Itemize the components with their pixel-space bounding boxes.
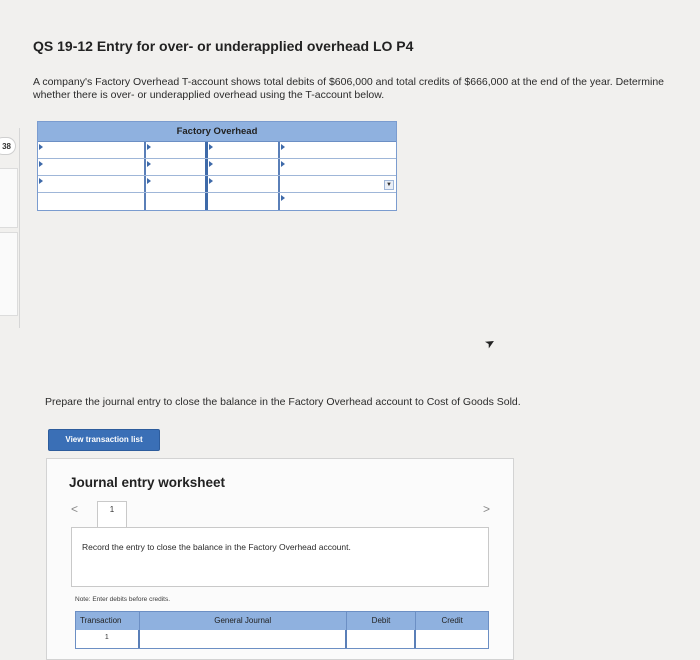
t-account-balance-select[interactable]: ▼ — [280, 176, 396, 192]
question-prompt: A company's Factory Overhead T-account s… — [33, 76, 665, 101]
t-account-total-row: ▼ — [38, 176, 396, 193]
column-header-debit: Debit — [347, 612, 417, 630]
journal-entry-prompt: Prepare the journal entry to close the b… — [45, 396, 521, 408]
t-account-row — [38, 159, 396, 176]
column-header-general-journal: General Journal — [140, 612, 347, 630]
t-account-title: Factory Overhead — [38, 122, 396, 142]
chevron-right-icon[interactable]: > — [483, 502, 490, 516]
t-account-credit-amount-cell[interactable] — [208, 159, 280, 175]
t-account-credit-amount-cell[interactable] — [208, 176, 280, 192]
transaction-number: 1 — [76, 630, 140, 648]
t-account-row — [38, 193, 396, 210]
journal-table-header: Transaction General Journal Debit Credit — [76, 612, 488, 630]
rail-tab[interactable] — [0, 232, 18, 316]
t-account-debit-amount-cell[interactable] — [146, 193, 208, 210]
general-journal-select[interactable] — [140, 630, 347, 648]
credit-input[interactable] — [416, 630, 488, 648]
t-account-debit-amount-cell[interactable] — [146, 176, 208, 192]
t-account-credit-amount-cell[interactable] — [208, 193, 280, 210]
worksheet-note: Note: Enter debits before credits. — [75, 596, 171, 603]
worksheet-instruction: Record the entry to close the balance in… — [82, 542, 351, 552]
t-account-debit-label-cell[interactable] — [38, 142, 146, 158]
view-transaction-list-button[interactable]: View transaction list — [48, 429, 160, 451]
t-account-debit-label-cell[interactable] — [38, 176, 146, 192]
journal-entry-worksheet: Journal entry worksheet < 1 > Record the… — [46, 458, 514, 660]
t-account-debit-amount-cell[interactable] — [146, 159, 208, 175]
t-account-row — [38, 142, 396, 159]
t-account-credit-label-cell[interactable] — [280, 142, 396, 158]
worksheet-instruction-box: Record the entry to close the balance in… — [71, 527, 489, 587]
column-header-transaction: Transaction — [76, 612, 140, 630]
column-header-credit: Credit — [441, 616, 463, 625]
question-title: QS 19-12 Entry for over- or underapplied… — [33, 38, 414, 54]
chevron-left-icon[interactable]: < — [71, 502, 78, 516]
t-account-debit-label-cell[interactable] — [38, 193, 146, 210]
t-account-debit-label-cell[interactable] — [38, 159, 146, 175]
factory-overhead-t-account: Factory Overhead ▼ — [37, 121, 397, 211]
worksheet-title: Journal entry worksheet — [69, 475, 226, 490]
t-account-credit-amount-cell[interactable] — [208, 142, 280, 158]
t-account-credit-label-cell[interactable] — [280, 193, 396, 210]
debit-input[interactable] — [347, 630, 417, 648]
t-account-credit-label-cell[interactable] — [280, 159, 396, 175]
journal-table: Transaction General Journal Debit Credit… — [75, 611, 489, 649]
table-row: 1 — [76, 630, 488, 648]
rail-tab[interactable] — [0, 168, 18, 228]
worksheet-tab-1[interactable]: 1 — [97, 501, 127, 529]
chevron-down-icon[interactable]: ▼ — [384, 180, 394, 190]
mouse-cursor-icon: ➤ — [482, 334, 498, 352]
t-account-debit-amount-cell[interactable] — [146, 142, 208, 158]
